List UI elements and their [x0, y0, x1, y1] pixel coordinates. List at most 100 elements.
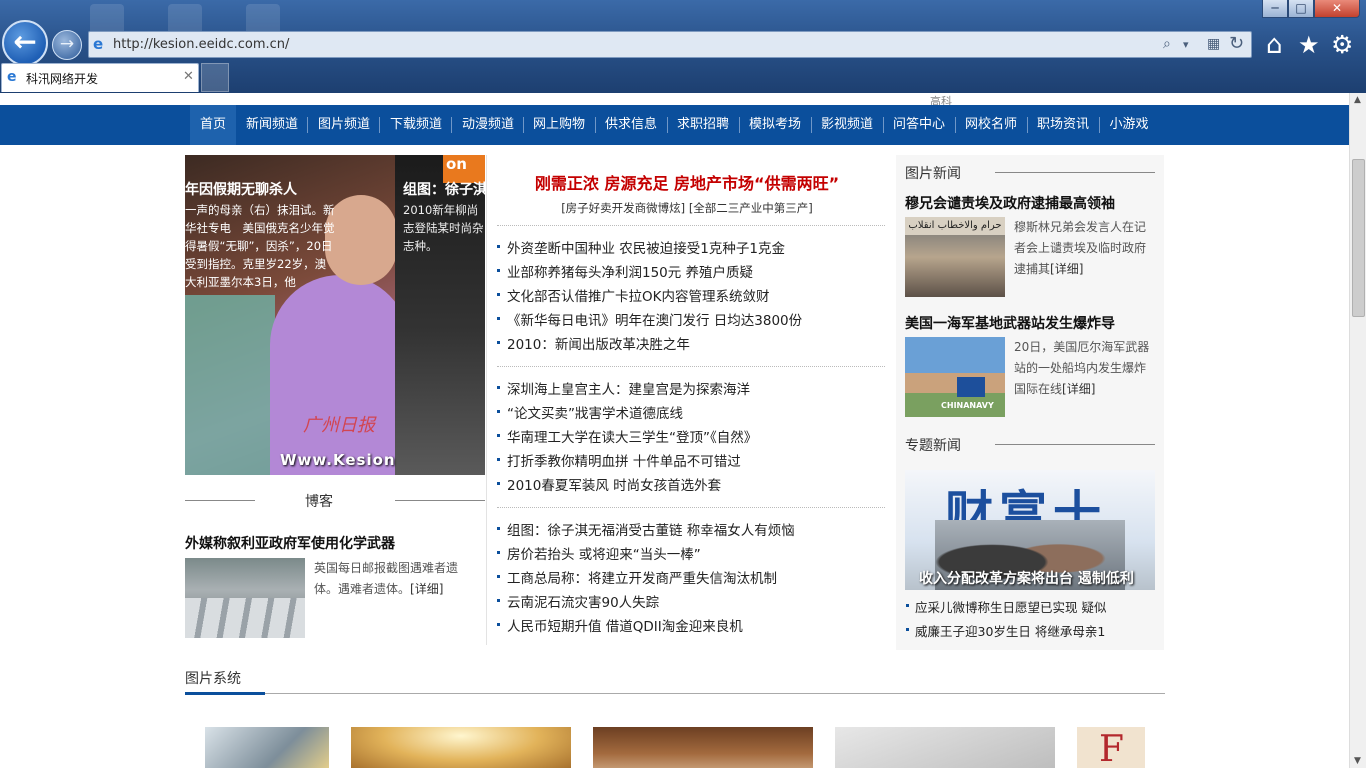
list-item[interactable]: 应采儿微博称生日愿望已实现 疑似 — [905, 597, 1106, 616]
divider — [395, 500, 485, 501]
list-item[interactable]: 房价若抬头 或将迎来“当头一棒” — [497, 543, 701, 563]
list-item[interactable]: 威廉王子迎30岁生日 将继承母亲1 — [905, 621, 1105, 640]
list-item[interactable]: 《新华每日电讯》明年在澳门发行 日均达3800份 — [496, 309, 802, 329]
photo-shape — [270, 275, 410, 475]
back-button[interactable]: ← — [2, 20, 48, 66]
list-item[interactable]: 业部称养猪每头净利润150元 养殖户质疑 — [496, 261, 753, 281]
list-item[interactable]: “论文买卖”戕害学术道德底线 — [497, 402, 683, 422]
slide-title[interactable]: 组图：徐子淇 — [403, 179, 485, 199]
news-photo[interactable]: CHINANAVY — [905, 337, 1005, 417]
close-window-button[interactable]: ✕ — [1314, 0, 1360, 18]
address-bar[interactable]: e http://kesion.eeidc.com.cn/ ⌕ ▾ ▦ ↻ — [88, 31, 1252, 58]
divider — [497, 225, 885, 226]
nav-divider — [451, 117, 452, 133]
list-item[interactable]: 外资垄断中国种业 农民被迫接受1克种子1克金 — [497, 237, 785, 257]
topic-banner[interactable]: 财富十 收入分配改革方案将出台 遏制低利 — [905, 470, 1155, 590]
nav-item-exam[interactable]: 模拟考场 — [742, 105, 808, 145]
gallery-thumbnail[interactable]: F — [1077, 727, 1145, 768]
news-headline[interactable]: 美国一海军基地武器站发生爆炸导 — [905, 313, 1115, 333]
newspaper-stamp: 广州日报 — [303, 415, 375, 436]
list-item[interactable]: 文化部否认借推广卡拉OK内容管理系统敛财 — [496, 285, 769, 305]
ie-page-icon: e — [93, 35, 104, 53]
detail-link[interactable]: [详细] — [1050, 262, 1083, 276]
list-item[interactable]: 组图：徐子淇无福消受古董链 称幸福女人有烦恼 — [497, 519, 795, 539]
nav-item-qa[interactable]: 问答中心 — [886, 105, 952, 145]
url-text[interactable]: http://kesion.eeidc.com.cn/ — [113, 37, 289, 52]
slide-title[interactable]: 年因假期无聊杀人 — [185, 179, 297, 199]
section-accent-bar — [185, 692, 265, 695]
nav-item-home[interactable]: 首页 — [190, 105, 236, 145]
minimize-button[interactable]: ─ — [1262, 0, 1288, 18]
divider — [185, 693, 1165, 694]
gallery-thumbnail[interactable] — [351, 727, 571, 768]
slide-text: 2010新年柳尚志登陆某时尚杂志种。 — [403, 203, 484, 253]
headline-column: 刚需正浓 房源充足 房地产市场“供需两旺” [房子好卖开发商微博炫] [全部二三… — [486, 155, 886, 645]
refresh-icon[interactable]: ↻ — [1229, 33, 1244, 54]
vertical-scrollbar[interactable]: ▲ ▼ — [1349, 93, 1366, 768]
close-icon[interactable]: ✕ — [183, 69, 194, 84]
nav-item-teachers[interactable]: 网校名师 — [958, 105, 1024, 145]
sub-headline[interactable]: [房子好卖开发商微博炫] [全部二三产业中第三产] — [487, 200, 887, 216]
list-item[interactable]: 华南理工大学在读大三学生“登顶”《自然》 — [496, 426, 757, 446]
gear-icon[interactable]: ⚙ — [1331, 30, 1353, 60]
nav-item-supply[interactable]: 供求信息 — [598, 105, 664, 145]
nav-divider — [379, 117, 380, 133]
arrow-right-icon: → — [59, 34, 75, 54]
scrollbar-thumb[interactable] — [1352, 159, 1365, 317]
list-item[interactable]: 打折季教你精明血拼 十件单品不可错过 — [497, 450, 741, 470]
nav-item-download[interactable]: 下载频道 — [382, 105, 450, 145]
section-title-pic-news[interactable]: 图片新闻 — [905, 163, 961, 183]
maximize-button[interactable]: □ — [1288, 0, 1314, 18]
new-tab-button[interactable] — [201, 63, 229, 92]
blog-section-header — [185, 491, 485, 511]
nav-divider — [667, 117, 668, 133]
nav-item-anime[interactable]: 动漫频道 — [454, 105, 522, 145]
blog-title[interactable]: 博客 — [305, 491, 333, 511]
nav-divider — [883, 117, 884, 133]
top-headline[interactable]: 刚需正浓 房源充足 房地产市场“供需两旺” — [487, 170, 887, 194]
nav-item-games[interactable]: 小游戏 — [1102, 105, 1156, 145]
nav-item-news[interactable]: 新闻频道 — [238, 105, 306, 145]
browser-tab[interactable]: e 科汛网络开发 ✕ — [1, 63, 199, 92]
detail-link[interactable]: [详细] — [410, 582, 443, 596]
news-photo[interactable]: حرام والاخطاب انقلاب — [905, 217, 1005, 297]
list-item[interactable]: 云南泥石流灾害90人失踪 — [496, 591, 659, 611]
scroll-down-icon[interactable]: ▼ — [1354, 756, 1361, 766]
list-item[interactable]: 人民币短期升值 借道QDII淘金迎来良机 — [497, 615, 743, 635]
nav-divider — [1027, 117, 1028, 133]
focus-slideshow[interactable]: on 年因假期无聊杀人 一声的母亲（右）抹泪试。新华社专电 美国俄克名少年觉得暑… — [185, 155, 485, 475]
detail-link[interactable]: [详细] — [1062, 382, 1095, 396]
list-item[interactable]: 2010：新闻出版改革决胜之年 — [497, 333, 690, 353]
list-item[interactable]: 工商总局称：将建立开发商严重失信淘汰机制 — [497, 567, 777, 587]
gallery-thumbnail[interactable] — [593, 727, 813, 768]
nav-item-shopping[interactable]: 网上购物 — [526, 105, 592, 145]
divider — [497, 507, 885, 508]
chevron-down-icon[interactable]: ▾ — [1183, 38, 1189, 51]
nav-item-pictures[interactable]: 图片频道 — [310, 105, 378, 145]
badge-text: on — [446, 155, 467, 173]
blog-photo[interactable] — [185, 558, 305, 638]
list-item[interactable]: 2010春夏军装风 时尚女孩首选外套 — [496, 474, 721, 494]
home-icon[interactable]: ⌂ — [1266, 30, 1283, 60]
section-title-topics[interactable]: 专题新闻 — [905, 435, 961, 455]
divider — [497, 366, 885, 367]
photo-sign-text: حرام والاخطاب انقلاب — [905, 217, 1005, 235]
scroll-up-icon[interactable]: ▲ — [1354, 95, 1361, 105]
nav-divider — [811, 117, 812, 133]
favorites-icon[interactable]: ★ — [1298, 30, 1320, 60]
watermark-text: Www.Kesion — [280, 451, 396, 469]
nav-item-jobs[interactable]: 求职招聘 — [670, 105, 736, 145]
list-item[interactable]: 深圳海上皇宫主人：建皇宫是为探索海洋 — [497, 378, 750, 398]
search-icon[interactable]: ⌕ — [1163, 36, 1171, 52]
blog-headline[interactable]: 外媒称叙利亚政府军使用化学武器 — [185, 533, 395, 553]
nav-item-video[interactable]: 影视频道 — [814, 105, 880, 145]
gallery-thumbnail[interactable] — [205, 727, 329, 768]
section-title-picture-system[interactable]: 图片系统 — [185, 668, 241, 688]
forward-button[interactable]: → — [52, 30, 82, 60]
compatibility-view-icon[interactable]: ▦ — [1207, 36, 1220, 52]
nav-divider — [307, 117, 308, 133]
news-headline[interactable]: 穆兄会谴责埃及政府逮捕最高领袖 — [905, 193, 1115, 213]
gallery-thumbnail[interactable] — [835, 727, 1055, 768]
nav-item-career[interactable]: 职场资讯 — [1030, 105, 1096, 145]
divider — [185, 500, 255, 501]
